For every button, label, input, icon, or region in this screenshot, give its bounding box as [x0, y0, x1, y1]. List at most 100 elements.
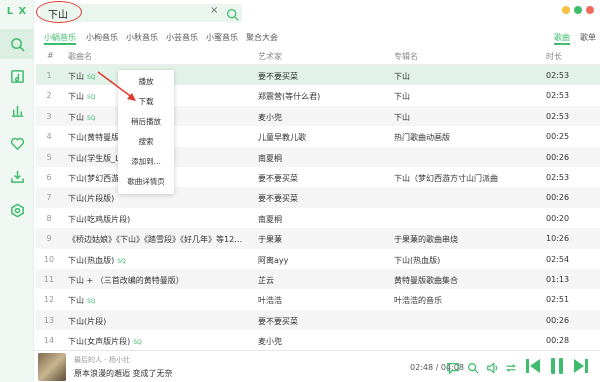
- duration: 00:20: [546, 213, 570, 223]
- settings-icon: [10, 203, 24, 217]
- menu-item-add-to[interactable]: 添加到...: [118, 152, 174, 172]
- header-name: 歌曲名: [68, 52, 92, 61]
- row-num: 3: [46, 111, 52, 121]
- album-cover[interactable]: [38, 353, 66, 381]
- table-row[interactable]: 11 下山 + （三首改编的黄特曼版） 芷云 黄特曼版歌曲集合 01:13: [36, 268, 600, 290]
- song-title: 下山 + （三首改编的黄特曼版）: [68, 275, 184, 285]
- artist-name[interactable]: 麦小兜: [258, 336, 388, 347]
- duration: 00:25: [546, 132, 570, 142]
- row-num: 8: [46, 213, 52, 223]
- repeat-icon: [506, 364, 516, 372]
- tab-source-2[interactable]: 小枸音乐: [86, 32, 118, 43]
- album-name[interactable]: 下山: [394, 91, 534, 102]
- nav-leaderboard[interactable]: [0, 95, 34, 125]
- tab-source-1[interactable]: 小蜗音乐: [44, 32, 76, 45]
- table-row[interactable]: 8 下山(吃鸡版片段) 南夏桐 00:20: [36, 208, 600, 228]
- previous-button[interactable]: [524, 356, 542, 376]
- table-row[interactable]: 12 下山 SQ 叶浩浩 叶浩浩的音乐 02:51: [36, 289, 600, 309]
- tab-source-4[interactable]: 小芸音乐: [166, 32, 198, 43]
- artist-name[interactable]: 要不要买菜: [258, 71, 388, 82]
- skip-next-icon: [574, 359, 588, 373]
- next-button[interactable]: [572, 356, 590, 376]
- artist-name[interactable]: 要不要买菜: [258, 193, 388, 204]
- comment-button[interactable]: [446, 360, 460, 375]
- menu-item-play-later[interactable]: 稍后播放: [118, 112, 174, 132]
- table-row[interactable]: 14 下山(女声版片段) SQ 麦小兜 00:28: [36, 330, 600, 350]
- album-name[interactable]: 下山: [394, 71, 534, 82]
- header-num: #: [47, 51, 54, 60]
- album-name[interactable]: 下山: [394, 112, 534, 123]
- download-icon: [10, 170, 24, 183]
- pause-button[interactable]: [548, 356, 566, 376]
- song-title: 下山(片段版): [68, 194, 115, 204]
- artist-name[interactable]: 麦小兜: [258, 112, 388, 123]
- play-mode-button[interactable]: [504, 360, 518, 374]
- row-num: 9: [46, 234, 52, 244]
- song-title: 下山(片段): [68, 316, 107, 326]
- menu-item-search[interactable]: 搜索: [118, 132, 174, 152]
- tab-source-6[interactable]: 聚合大会: [246, 32, 278, 43]
- album-name[interactable]: 下山（梦幻西游方寸山门派曲: [394, 173, 534, 184]
- nav-favorites[interactable]: [0, 128, 34, 158]
- artist-name[interactable]: 芷云: [258, 275, 388, 286]
- music-list-icon: [10, 69, 24, 83]
- row-num: 5: [46, 152, 52, 162]
- nav-download[interactable]: [0, 161, 34, 191]
- menu-item-play[interactable]: 播放: [118, 72, 174, 92]
- artist-name[interactable]: 于果蒹: [258, 234, 388, 245]
- nav-search[interactable]: [0, 29, 34, 59]
- header-artist: 艺术家: [258, 52, 282, 61]
- table-row[interactable]: 10 下山(热血版) SQ 阿离ayy 下山(热血版) 02:54: [36, 249, 600, 269]
- search-icon: [226, 8, 239, 21]
- clear-search-button[interactable]: ×: [210, 5, 218, 16]
- song-title: 下山(热血版): [68, 255, 115, 265]
- tab-source-5[interactable]: 小蜜音乐: [206, 32, 238, 43]
- artist-name[interactable]: 南夏桐: [258, 214, 388, 225]
- artist-name[interactable]: 阿离ayy: [258, 255, 388, 266]
- tab-source-3[interactable]: 小秋音乐: [126, 32, 158, 43]
- time-separator: /: [435, 363, 439, 372]
- album-name[interactable]: 于果蒹的歌曲串烧: [394, 234, 534, 245]
- player-bar: 最后的人 - 杨小壮 原本浪漫的邂逅 变成了无奈 02:48 / 04:08: [34, 350, 600, 382]
- nav-settings[interactable]: [0, 195, 34, 225]
- artist-name[interactable]: 叶浩浩: [258, 295, 388, 306]
- album-name[interactable]: 叶浩浩的音乐: [394, 295, 534, 306]
- artist-name[interactable]: 要不要买菜: [258, 316, 388, 327]
- skip-previous-icon: [526, 359, 540, 373]
- row-num: 1: [46, 71, 52, 80]
- desktop-lyric-button[interactable]: [466, 360, 480, 374]
- table-row[interactable]: 9 《桥边姑娘》《下山》《踏雪段》《好几年》等12首热歌串... 于果蒹 于果蒹…: [36, 228, 600, 249]
- duration: 02:53: [546, 111, 570, 121]
- song-name: 下山(吃鸡版片段): [68, 214, 248, 225]
- search-submit-button[interactable]: [226, 6, 239, 21]
- tab-type-playlist[interactable]: 歌单: [580, 32, 596, 43]
- song-name: 下山(片段版): [68, 193, 248, 204]
- volume-button[interactable]: [486, 360, 500, 374]
- search-icon: [10, 37, 25, 52]
- song-name: 下山(片段): [68, 316, 248, 327]
- artist-name[interactable]: 儿童早教儿歌: [258, 132, 388, 143]
- artist-name[interactable]: 郑震营(等什么君): [258, 91, 388, 102]
- artist-name[interactable]: 要不要买菜: [258, 173, 388, 184]
- quality-badge: SQ: [87, 114, 96, 122]
- window-controls: [562, 6, 594, 14]
- now-playing-title[interactable]: 最后的人 - 杨小壮: [74, 355, 130, 365]
- minimize-button[interactable]: [562, 6, 570, 14]
- song-name: 下山(热血版) SQ: [68, 255, 248, 266]
- tab-type-song[interactable]: 歌曲: [554, 32, 570, 45]
- current-time: 02:48: [410, 363, 434, 372]
- album-name[interactable]: 黄特曼版歌曲集合: [394, 275, 534, 286]
- menu-item-song-detail[interactable]: 歌曲详情页: [118, 172, 174, 192]
- close-button[interactable]: [586, 6, 594, 14]
- album-name[interactable]: 下山(热血版): [394, 255, 534, 266]
- table-row[interactable]: 13 下山(片段) 要不要买菜 00:26: [36, 309, 600, 331]
- nav-songlist[interactable]: [0, 61, 34, 91]
- duration: 02:53: [546, 172, 570, 182]
- maximize-button[interactable]: [574, 6, 582, 14]
- artist-name[interactable]: 南夏桐: [258, 153, 388, 164]
- menu-item-download[interactable]: 下载: [118, 92, 174, 112]
- header-album: 专辑名: [394, 52, 418, 61]
- song-title: 下山: [68, 296, 84, 306]
- row-num: 14: [43, 336, 55, 346]
- album-name[interactable]: 热门歌曲动画版: [394, 132, 534, 143]
